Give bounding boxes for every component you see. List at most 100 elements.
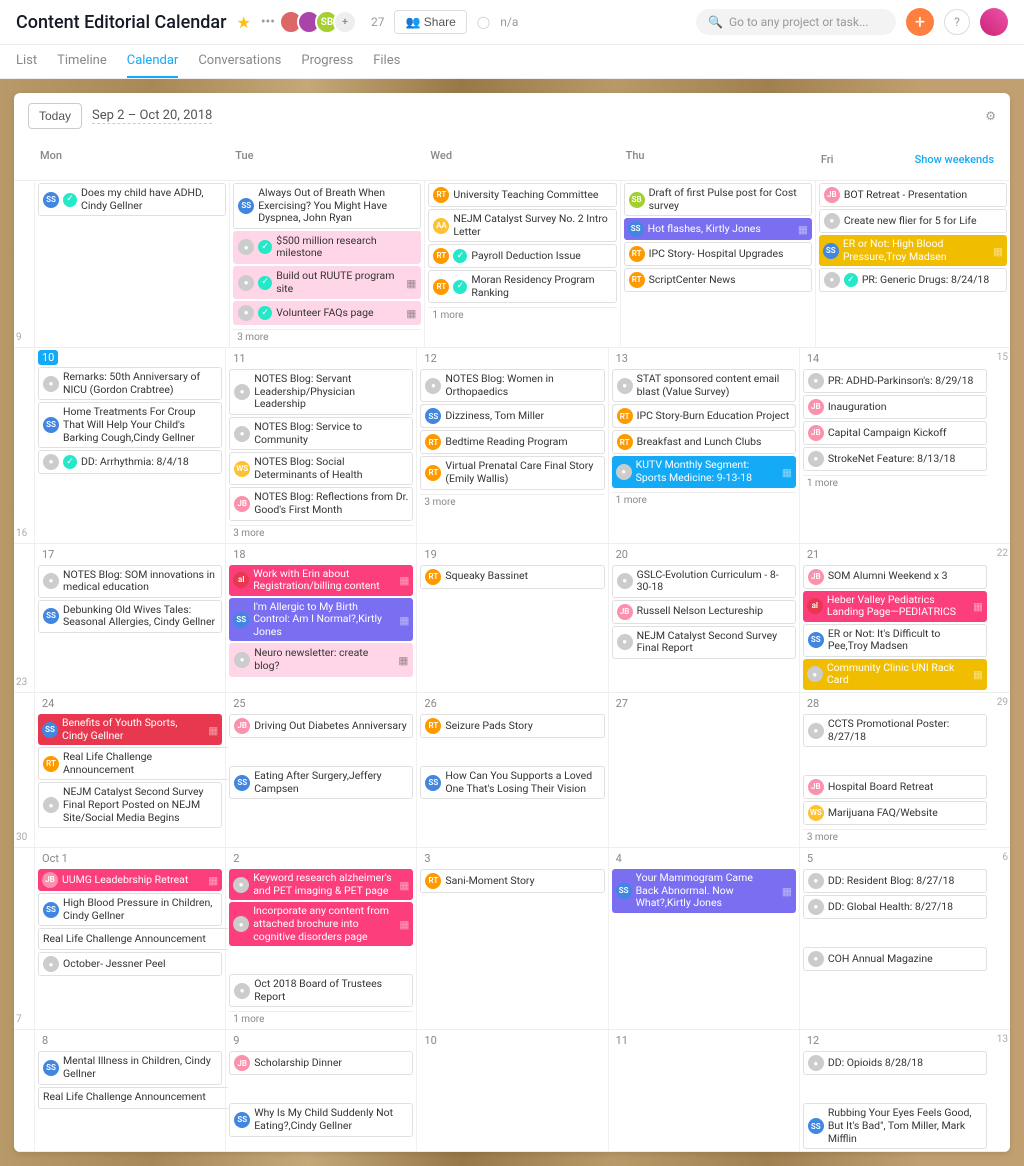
calendar-cell[interactable]: 26RTSeizure Pads StorySSHow Can You Supp… [416,693,607,847]
task-card[interactable]: ●DD: Resident Blog: 8/27/18 [803,869,987,893]
calendar-cell[interactable]: 28●CCTS Promotional Poster: 8/27/18JBHos… [799,693,990,847]
calendar-settings-icon[interactable]: ⚙ [985,109,996,123]
task-card[interactable]: RTSqueaky Bassinet [420,565,604,589]
task-card[interactable]: ●Create new flier for 5 for Life [819,209,1007,233]
task-card[interactable]: SSI'm Allergic to My Birth Control: Am I… [229,598,413,642]
calendar-cell[interactable]: 10 [416,1030,607,1151]
task-card[interactable]: ●✓PR: Generic Drugs: 8/24/18 [819,268,1007,292]
search-input[interactable]: 🔍 Go to any project or task... [696,9,896,35]
task-card[interactable]: SSWhy Is My Child Suddenly Not Eating?,C… [229,1103,413,1136]
task-card[interactable]: JBRussell Nelson Lectureship [612,600,796,624]
calendar-cell[interactable]: 3RTSani-Moment Story [416,848,607,1029]
more-tasks-link[interactable]: 3 more [420,494,604,510]
task-card[interactable]: SSEating After Surgery,Jeffery Campsen [229,766,413,799]
more-tasks-link[interactable]: 3 more [803,829,987,845]
calendar-cell[interactable]: SS✓Does my child have ADHD, Cindy Gellne… [34,181,229,347]
more-tasks-link[interactable]: 1 more [803,475,987,491]
task-card[interactable]: RTBedtime Reading Program [420,430,604,454]
task-card[interactable]: SSER or Not: It's Difficult to Pee,Troy … [803,624,987,657]
calendar-cell[interactable]: 27 [608,693,799,847]
more-tasks-link[interactable]: 1 more [229,1011,413,1027]
task-card[interactable]: RTScriptCenter News [624,268,812,292]
task-card[interactable]: AANEJM Catalyst Survey No. 2 Intro Lette… [428,209,616,242]
task-card[interactable]: ●NOTES Blog: Servant Leadership/Physicia… [229,369,413,415]
task-card[interactable]: ●October- Jessner Peel [38,952,222,976]
calendar-cell[interactable]: 8SSMental Illness in Children, Cindy Gel… [34,1030,225,1151]
task-card[interactable]: ●STAT sponsored content email blast (Val… [612,369,796,402]
task-card[interactable]: ●GSLC-Evolution Curriculum - 8-30-18 [612,565,796,598]
task-card[interactable]: Real Life Challenge Announcement [38,928,228,950]
task-card[interactable]: alHeber Valley Pediatrics Landing Page—P… [803,591,987,622]
task-card[interactable]: SSER or Not: High Blood Pressure,Troy Ma… [819,235,1007,266]
calendar-cell[interactable]: 18alWork with Erin about Registration/bi… [225,544,416,693]
task-card[interactable]: SSAlways Out of Breath When Exercising? … [233,183,421,229]
task-card[interactable]: JBHospital Board Retreat [803,775,987,799]
task-card[interactable]: ●DD: Opioids 8/28/18 [803,1051,987,1075]
calendar-cell[interactable]: 19RTSqueaky Bassinet [416,544,607,693]
calendar-cell[interactable]: 10●Remarks: 50th Anniversary of NICU (Go… [34,348,225,542]
task-card[interactable]: ●Keyword research alzheimer's and PET im… [229,869,413,900]
calendar-cell[interactable]: 24SSBenefits of Youth Sports, Cindy Gell… [34,693,225,847]
task-card[interactable]: SSYour Mammogram Came Back Abnormal. Now… [612,869,796,913]
task-card[interactable]: SSDizziness, Tom Miller [420,404,604,428]
task-card[interactable]: SSDebunking Old Wives Tales: Seasonal Al… [38,600,222,633]
calendar-cell[interactable]: JBBOT Retreat - Presentation●Create new … [815,181,1010,347]
task-card[interactable]: SS✓Does my child have ADHD, Cindy Gellne… [38,183,226,216]
task-card[interactable]: ●✓$500 million research milestone [233,231,421,264]
calendar-cell[interactable]: SBDraft of first Pulse post for Cost sur… [620,181,815,347]
task-card[interactable]: RTIPC Story-Burn Education Project [612,404,796,428]
task-card[interactable]: SSHigh Blood Pressure in Children, Cindy… [38,893,222,926]
task-card[interactable]: RT✓Moran Residency Program Ranking [428,270,616,303]
task-card[interactable]: ●✓Build out RUUTE program site▦ [233,266,421,299]
calendar-cell[interactable]: 17●NOTES Blog: SOM innovations in medica… [34,544,225,693]
task-card[interactable]: RTUniversity Teaching Committee [428,183,616,207]
tab-list[interactable]: List [16,45,37,78]
calendar-cell[interactable]: RTUniversity Teaching CommitteeAANEJM Ca… [424,181,619,347]
calendar-cell[interactable]: 25JBDriving Out Diabetes AnniversarySSEa… [225,693,416,847]
calendar-cell[interactable]: 9JBScholarship DinnerSSWhy Is My Child S… [225,1030,416,1151]
calendar-cell[interactable]: 11●NOTES Blog: Servant Leadership/Physic… [225,348,416,542]
task-card[interactable]: ●Remarks: 50th Anniversary of NICU (Gord… [38,367,222,400]
task-card[interactable]: JBCapital Campaign Kickoff [803,421,987,445]
task-card[interactable]: JBDriving Out Diabetes Anniversary [229,714,413,738]
task-card[interactable]: WSNOTES Blog: Social Determinants of Hea… [229,452,413,485]
task-card[interactable]: SSMental Illness in Children, Cindy Gell… [38,1051,222,1084]
date-range[interactable]: Sep 2 – Oct 20, 2018 [92,108,212,124]
calendar-cell[interactable]: 20●GSLC-Evolution Curriculum - 8-30-18JB… [608,544,799,693]
task-card[interactable]: ●NOTES Blog: SOM innovations in medical … [38,565,222,598]
task-card[interactable]: ●NEJM Catalyst Second Survey Final Repor… [38,782,222,828]
task-card[interactable]: RTSani-Moment Story [420,869,604,893]
task-card[interactable]: RTIPC Story- Hospital Upgrades [624,242,812,266]
more-tasks-link[interactable]: 1 more [428,307,616,323]
task-card[interactable]: ●Neuro newsletter: create blog?▦ [229,643,413,676]
more-tasks-link[interactable]: 3 more [233,329,421,345]
more-tasks-link[interactable]: 1 more [612,492,796,508]
task-card[interactable]: ●Community Clinic UNI Rack Card▦ [803,659,987,690]
task-card[interactable]: ●NEJM Catalyst Second Survey Final Repor… [612,626,796,659]
add-button[interactable]: + [906,8,934,36]
user-avatar[interactable] [980,8,1008,36]
task-card[interactable]: RTSeizure Pads Story [420,714,604,738]
task-card[interactable]: ●NOTES Blog: Service to Community [229,417,413,450]
task-card[interactable]: SBDraft of first Pulse post for Cost sur… [624,183,812,216]
star-icon[interactable]: ★ [236,13,250,32]
calendar-cell[interactable]: 11 [608,1030,799,1151]
share-button[interactable]: 👥 Share [394,10,466,34]
task-card[interactable]: SSRubbing Your Eyes Feels Good, But It's… [803,1103,987,1149]
task-card[interactable]: Real Life Challenge Announcement [38,1087,228,1109]
task-card[interactable]: JBNOTES Blog: Reflections from Dr. Good'… [229,487,413,520]
show-weekends-link[interactable]: Show weekends [905,149,1004,170]
calendar-cell[interactable]: 12●NOTES Blog: Women in OrthopaedicsSSDi… [416,348,607,542]
task-card[interactable]: SSBenefits of Youth Sports, Cindy Gellne… [38,714,222,745]
task-card[interactable]: RTBreakfast and Lunch Clubs [612,430,796,454]
today-button[interactable]: Today [28,103,82,129]
task-card[interactable]: SSHot flashes, Kirtly Jones▦ [624,218,812,240]
task-card[interactable]: ●✓DD: Arrhythmia: 8/4/18 [38,450,222,474]
task-card[interactable]: ●COH Annual Magazine [803,947,987,971]
help-button[interactable]: ? [944,9,970,35]
calendar-cell[interactable]: 12●DD: Opioids 8/28/18SSRubbing Your Eye… [799,1030,990,1151]
task-card[interactable]: JBInauguration [803,395,987,419]
calendar-cell[interactable]: 5●DD: Resident Blog: 8/27/18●DD: Global … [799,848,990,1029]
calendar-cell[interactable]: 13●STAT sponsored content email blast (V… [608,348,799,542]
calendar-cell[interactable]: Oct 1JBUUMG Leadebrship Retreat▦SSHigh B… [34,848,225,1029]
